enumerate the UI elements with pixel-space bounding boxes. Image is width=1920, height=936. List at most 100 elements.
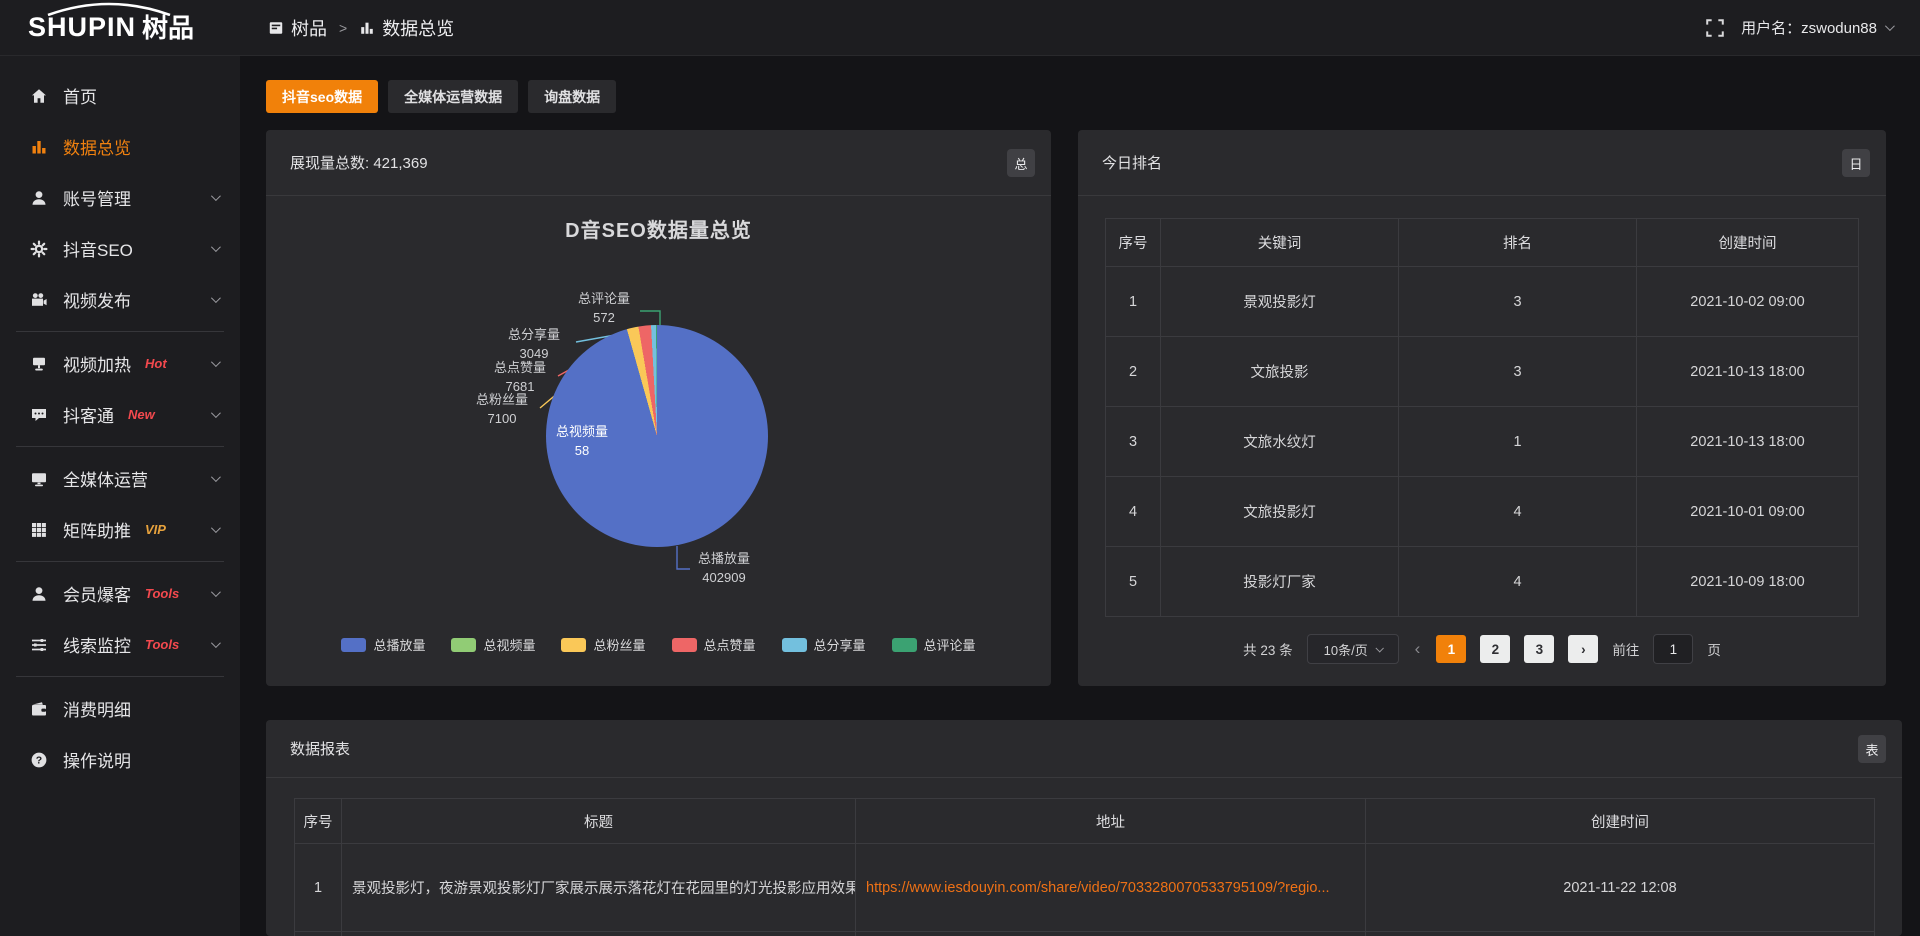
report-panel-header: 数据报表 表 <box>266 720 1902 778</box>
legend-item-videos[interactable]: 总视频量 <box>451 635 535 654</box>
sidebar-item-video-publish[interactable]: 视频发布 <box>0 274 240 325</box>
sidebar-divider <box>16 446 224 447</box>
legend-item-likes[interactable]: 总点赞量 <box>672 635 756 654</box>
sidebar-divider <box>16 676 224 677</box>
bar-chart-icon <box>359 20 375 36</box>
pie-label-plays: 总播放量402909 <box>691 550 757 588</box>
wallet-icon <box>30 700 48 718</box>
report-table: 序号 标题 地址 创建时间 1 景观投影灯，夜游景观投影灯厂家展示展示落花灯在花… <box>294 798 1875 936</box>
legend-swatch <box>561 638 586 652</box>
tab-douyin-seo[interactable]: 抖音seo数据 <box>266 80 378 113</box>
chart-title: D音SEO数据量总览 <box>266 214 1051 243</box>
legend-item-shares[interactable]: 总分享量 <box>782 635 866 654</box>
sidebar-item-consumption[interactable]: 消费明细 <box>0 683 240 734</box>
report-title: 数据报表 <box>290 738 350 759</box>
legend-swatch <box>892 638 917 652</box>
breadcrumb: 树品 > 数据总览 <box>268 15 454 41</box>
goto-page-input[interactable] <box>1653 634 1693 664</box>
page-button-3[interactable]: 3 <box>1524 635 1554 663</box>
goto-unit: 页 <box>1707 639 1721 659</box>
logo-arc <box>34 2 184 16</box>
window-icon <box>268 20 284 36</box>
tools-tag: Tools <box>145 586 179 601</box>
chevron-down-icon <box>211 408 221 418</box>
legend-swatch <box>341 638 366 652</box>
chevron-down-icon <box>211 293 221 303</box>
legend-item-comments[interactable]: 总评论量 <box>892 635 976 654</box>
sidebar-item-account[interactable]: 账号管理 <box>0 172 240 223</box>
goto-label: 前往 <box>1612 639 1639 659</box>
impressions-total: 展现量总数: 421,369 <box>290 152 428 173</box>
sidebar: 首页 数据总览 账号管理 抖音SEO 视频发布 视频加热 Hot <box>0 56 240 936</box>
app-logo[interactable]: SHUPIN 树品 <box>0 14 240 41</box>
table-badge[interactable]: 表 <box>1858 735 1886 763</box>
sidebar-item-matrix-boost[interactable]: 矩阵助推 VIP <box>0 504 240 555</box>
data-source-tabs: 抖音seo数据 全媒体运营数据 询盘数据 <box>266 80 616 113</box>
sidebar-item-home[interactable]: 首页 <box>0 70 240 121</box>
sidebar-item-data-overview[interactable]: 数据总览 <box>0 121 240 172</box>
table-row-partial <box>295 932 1875 936</box>
ranking-panel-header: 今日排名 日 <box>1078 130 1886 196</box>
pagination-total: 共 23 条 <box>1243 639 1293 659</box>
prev-page-button[interactable]: ‹ <box>1413 639 1423 659</box>
chevron-down-icon <box>211 472 221 482</box>
svg-text:?: ? <box>36 754 42 766</box>
sidebar-item-media-operation[interactable]: 全媒体运营 <box>0 453 240 504</box>
breadcrumb-item-home[interactable]: 树品 <box>268 15 327 41</box>
sidebar-item-video-heat[interactable]: 视频加热 Hot <box>0 338 240 389</box>
tools-tag: Tools <box>145 637 179 652</box>
sidebar-divider <box>16 331 224 332</box>
table-row: 1景观投影灯32021-10-02 09:00 <box>1106 267 1859 337</box>
logo-text-cn: 树品 <box>142 15 194 41</box>
col-created: 创建时间 <box>1637 219 1859 267</box>
user-menu[interactable]: 用户名：zswodun88 <box>1741 17 1892 38</box>
legend-item-plays[interactable]: 总播放量 <box>341 635 425 654</box>
chevron-down-icon <box>211 191 221 201</box>
overview-panel: 展现量总数: 421,369 总 D音SEO数据量总览 总评论量572 总分享量… <box>266 130 1051 686</box>
page-button-1[interactable]: 1 <box>1436 635 1466 663</box>
legend-swatch <box>451 638 476 652</box>
table-row: 4文旅投影灯42021-10-01 09:00 <box>1106 477 1859 547</box>
page-button-2[interactable]: 2 <box>1480 635 1510 663</box>
sidebar-item-doukettong[interactable]: 抖客通 New <box>0 389 240 440</box>
tab-media-operation[interactable]: 全媒体运营数据 <box>388 80 518 113</box>
gear-icon <box>30 240 48 258</box>
day-badge[interactable]: 日 <box>1842 149 1870 177</box>
bar-chart-icon <box>30 138 48 156</box>
ranking-panel: 今日排名 日 序号 关键词 排名 创建时间 1景观投影灯32021-10-02 … <box>1078 130 1886 686</box>
legend-item-fans[interactable]: 总粉丝量 <box>561 635 645 654</box>
report-panel: 数据报表 表 序号 标题 地址 创建时间 1 景观投影灯，夜游景观投影灯厂家展示… <box>266 720 1902 936</box>
pie-label-videos: 总视频量58 <box>544 423 620 461</box>
video-link[interactable]: https://www.iesdouyin.com/share/video/70… <box>856 844 1366 932</box>
legend-swatch <box>672 638 697 652</box>
chevron-down-icon <box>211 242 221 252</box>
sidebar-item-instructions[interactable]: ? 操作说明 <box>0 734 240 785</box>
legend-swatch <box>782 638 807 652</box>
pie-legend: 总播放量 总视频量 总粉丝量 总点赞量 总分享量 总评论量 <box>266 635 1051 654</box>
breadcrumb-label: 树品 <box>291 15 327 41</box>
tab-inquiry[interactable]: 询盘数据 <box>528 80 616 113</box>
username-label: 用户名：zswodun88 <box>1741 17 1877 38</box>
sidebar-item-douyin-seo[interactable]: 抖音SEO <box>0 223 240 274</box>
page-size-select[interactable]: 10条/页 <box>1307 634 1399 664</box>
ranking-title: 今日排名 <box>1102 152 1162 173</box>
table-header-row: 序号 关键词 排名 创建时间 <box>1106 219 1859 267</box>
table-row: 1 景观投影灯，夜游景观投影灯厂家展示展示落花灯在花园里的灯光投影应用效果 # … <box>295 844 1875 932</box>
sidebar-item-member[interactable]: 会员爆客 Tools <box>0 568 240 619</box>
sidebar-divider <box>16 561 224 562</box>
sidebar-item-leads-monitor[interactable]: 线索监控 Tools <box>0 619 240 670</box>
new-tag: New <box>128 407 155 422</box>
fullscreen-icon[interactable] <box>1705 18 1725 38</box>
chevron-down-icon <box>1375 644 1383 652</box>
col-index: 序号 <box>1106 219 1161 267</box>
col-rank: 排名 <box>1399 219 1637 267</box>
breadcrumb-item-current[interactable]: 数据总览 <box>359 15 454 41</box>
next-page-button[interactable]: › <box>1568 635 1598 663</box>
breadcrumb-label: 数据总览 <box>382 15 454 41</box>
chevron-down-icon <box>211 523 221 533</box>
pie-label-comments: 总评论量572 <box>566 290 642 328</box>
col-title: 标题 <box>342 799 856 844</box>
total-badge[interactable]: 总 <box>1007 149 1035 177</box>
vip-tag: VIP <box>145 522 166 537</box>
table-row: 3文旅水纹灯12021-10-13 18:00 <box>1106 407 1859 477</box>
